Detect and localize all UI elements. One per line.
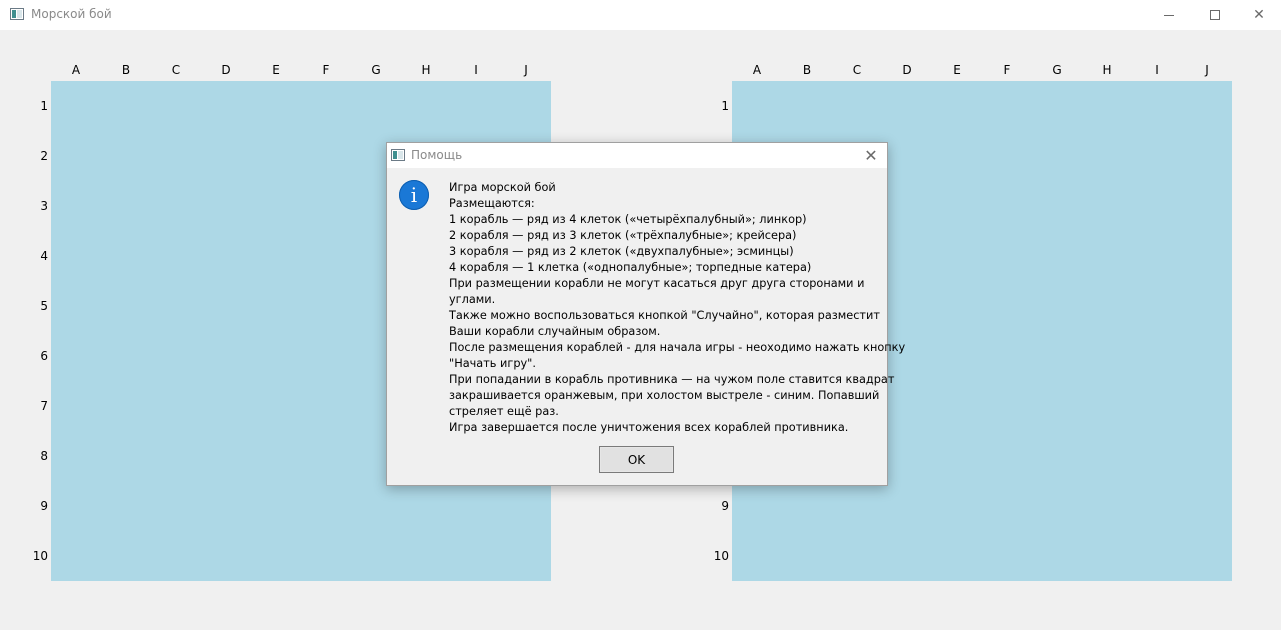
message-line: При попадании в корабль противника — на …	[449, 373, 895, 386]
column-label: H	[1102, 63, 1112, 77]
row-label: 10	[32, 549, 48, 563]
info-icon: i	[399, 180, 429, 210]
column-label: E	[272, 63, 280, 77]
row-label: 5	[40, 299, 48, 313]
dialog-titlebar: Помощь ✕	[387, 143, 887, 168]
window-title: Морской бой	[31, 7, 112, 21]
dialog-app-icon	[391, 149, 405, 161]
row-label: 10	[713, 549, 729, 563]
message-line: стреляет ещё раз.	[449, 405, 559, 418]
row-labels: 1 2 3 4 5 6 7 8 9 10	[26, 81, 50, 581]
message-line: Ваши корабли случайным образом.	[449, 325, 661, 338]
message-line: При размещении корабли не могут касаться…	[449, 277, 865, 290]
message-line: 1 корабль — ряд из 4 клеток («четырёхпал…	[449, 213, 807, 226]
column-label: G	[1052, 63, 1062, 77]
column-label: I	[1155, 63, 1159, 77]
close-icon: ✕	[1253, 7, 1265, 23]
row-label: 1	[40, 99, 48, 113]
column-label: F	[322, 63, 330, 77]
column-label: C	[852, 63, 862, 77]
row-label: 7	[40, 399, 48, 413]
message-line: 3 корабля — ряд из 2 клеток («двухпалубн…	[449, 245, 794, 258]
column-label: F	[1003, 63, 1011, 77]
message-line: После размещения кораблей - для начала и…	[449, 341, 906, 354]
minimize-button[interactable]	[1146, 0, 1192, 30]
column-label: B	[802, 63, 812, 77]
column-label: A	[752, 63, 762, 77]
maximize-icon	[1210, 10, 1220, 20]
help-dialog: Помощь ✕ i Игра морской бой Размещаются: 1…	[386, 142, 906, 486]
message-line: Размещаются:	[449, 197, 535, 210]
column-label: J	[1205, 63, 1209, 77]
column-label: C	[171, 63, 181, 77]
column-label: G	[371, 63, 381, 77]
dialog-title: Помощь	[411, 148, 463, 162]
row-label: 2	[40, 149, 48, 163]
app-icon	[10, 8, 24, 20]
maximize-button[interactable]	[1192, 0, 1238, 30]
column-labels: A B C D E F G H I J	[51, 63, 551, 79]
row-label: 4	[40, 249, 48, 263]
minimize-icon	[1164, 14, 1174, 16]
ok-button[interactable]: OK	[599, 446, 674, 473]
message-line: Игра завершается после уничтожения всех …	[449, 421, 849, 434]
row-label: 1	[721, 99, 729, 113]
dialog-close-button[interactable]: ✕	[861, 145, 881, 165]
column-label: D	[902, 63, 912, 77]
column-label: D	[221, 63, 231, 77]
row-label: 8	[40, 449, 48, 463]
row-label: 6	[40, 349, 48, 363]
column-label: H	[421, 63, 431, 77]
message-line: 4 корабля — 1 клетка («однопалубные»; то…	[449, 261, 812, 274]
column-label: E	[953, 63, 961, 77]
column-label: J	[524, 63, 528, 77]
column-label: A	[71, 63, 81, 77]
row-label: 3	[40, 199, 48, 213]
window-close-button[interactable]: ✕	[1236, 0, 1281, 30]
message-line: Также можно воспользоваться кнопкой "Слу…	[449, 309, 880, 322]
message-line: углами.	[449, 293, 496, 306]
help-message: Игра морской бой Размещаются: 1 корабль — …	[449, 180, 906, 436]
column-label: I	[474, 63, 478, 77]
message-line: 2 корабля — ряд из 3 клеток («трёхпалубн…	[449, 229, 797, 242]
message-line: "Начать игру".	[449, 357, 536, 370]
row-label: 9	[721, 499, 729, 513]
window-titlebar: Морской бой ✕	[0, 0, 1281, 30]
close-icon: ✕	[864, 145, 878, 165]
column-labels: A B C D E F G H I J	[732, 63, 1232, 79]
message-line: Игра морской бой	[449, 181, 556, 194]
message-line: закрашивается оранжевым, при холостом вы…	[449, 389, 880, 402]
row-label: 9	[40, 499, 48, 513]
column-label: B	[121, 63, 131, 77]
